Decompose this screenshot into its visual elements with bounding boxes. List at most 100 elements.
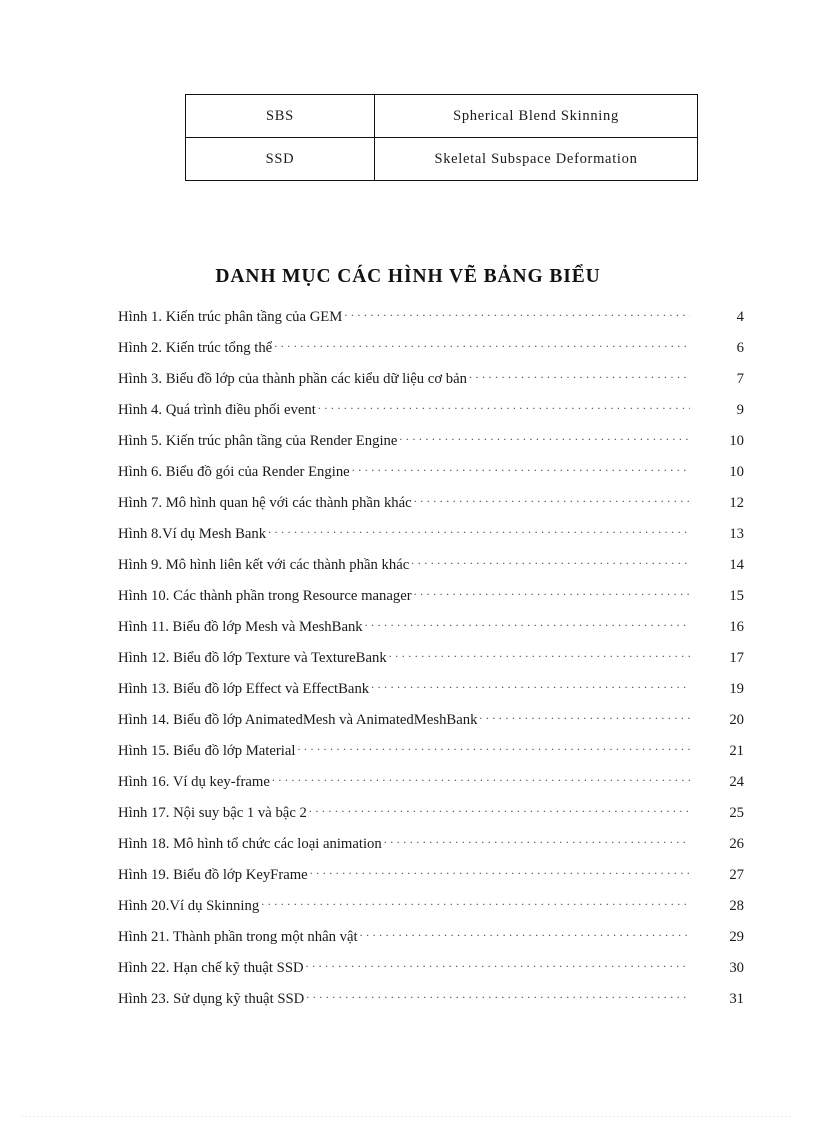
figure-page-number: 10 (729, 463, 744, 480)
dot-leader (389, 647, 690, 662)
table-row: SSD Skeletal Subspace Deformation (185, 137, 698, 181)
abbreviation-code: SSD (185, 137, 375, 181)
figure-page-number: 17 (729, 649, 744, 666)
figure-page-number: 21 (729, 742, 744, 759)
figure-page-number: 20 (729, 711, 744, 728)
figure-label: Hình 16. Ví dụ key-frame (118, 773, 270, 790)
list-item[interactable]: Hình 11. Biểu đồ lớp Mesh và MeshBank 16 (118, 616, 746, 647)
figure-page-number: 25 (729, 804, 744, 821)
list-of-figures: Hình 1. Kiến trúc phân tầng của GEM 4 Hì… (118, 306, 746, 1019)
list-item[interactable]: Hình 16. Ví dụ key-frame 24 (118, 771, 746, 802)
list-item[interactable]: Hình 1. Kiến trúc phân tầng của GEM 4 (118, 306, 746, 337)
figure-page-number: 29 (729, 928, 744, 945)
list-item[interactable]: Hình 5. Kiến trúc phân tầng của Render E… (118, 430, 746, 461)
abbreviation-meaning: Skeletal Subspace Deformation (374, 137, 698, 181)
dot-leader (274, 337, 690, 352)
figure-page-number: 30 (729, 959, 744, 976)
figure-label: Hình 18. Mô hình tổ chức các loại animat… (118, 835, 382, 852)
list-item[interactable]: Hình 15. Biểu đồ lớp Material 21 (118, 740, 746, 771)
abbreviation-meaning: Spherical Blend Skinning (374, 94, 698, 138)
figure-label: Hình 9. Mô hình liên kết với các thành p… (118, 556, 410, 573)
dot-leader (344, 306, 690, 321)
figure-page-number: 14 (729, 556, 744, 573)
list-item[interactable]: Hình 10. Các thành phần trong Resource m… (118, 585, 746, 616)
figure-page-number: 12 (729, 494, 744, 511)
figure-label: Hình 1. Kiến trúc phân tầng của GEM (118, 308, 343, 325)
list-item[interactable]: Hình 13. Biểu đồ lớp Effect và EffectBan… (118, 678, 746, 709)
figure-page-number: 15 (729, 587, 744, 604)
figure-page-number: 10 (729, 432, 744, 449)
abbreviation-table-body: SBS Spherical Blend Skinning SSD Skeleta… (185, 94, 698, 181)
dot-leader (318, 399, 690, 414)
document-page: SBS Spherical Blend Skinning SSD Skeleta… (0, 0, 816, 1123)
list-item[interactable]: Hình 17. Nội suy bậc 1 và bậc 2 25 (118, 802, 746, 833)
dot-leader (306, 988, 690, 1003)
dot-leader (414, 585, 690, 600)
figure-page-number: 6 (736, 339, 744, 356)
list-item[interactable]: Hình 7. Mô hình quan hệ với các thành ph… (118, 492, 746, 523)
list-item[interactable]: Hình 6. Biểu đồ gói của Render Engine 10 (118, 461, 746, 492)
list-item[interactable]: Hình 20.Ví dụ Skinning 28 (118, 895, 746, 926)
list-item[interactable]: Hình 21. Thành phần trong một nhân vật 2… (118, 926, 746, 957)
list-item[interactable]: Hình 18. Mô hình tổ chức các loại animat… (118, 833, 746, 864)
dot-leader (384, 833, 690, 848)
scan-artifact-line (22, 1116, 794, 1117)
figure-page-number: 28 (729, 897, 744, 914)
figure-page-number: 9 (736, 401, 744, 418)
figure-page-number: 31 (729, 990, 744, 1007)
figure-label: Hình 6. Biểu đồ gói của Render Engine (118, 463, 350, 480)
abbreviation-code: SBS (185, 94, 375, 138)
dot-leader (411, 554, 690, 569)
figure-label: Hình 22. Hạn chế kỹ thuật SSD (118, 959, 304, 976)
table-row: SBS Spherical Blend Skinning (185, 94, 698, 138)
dot-leader (360, 926, 690, 941)
figure-page-number: 19 (729, 680, 744, 697)
figure-page-number: 7 (736, 370, 744, 387)
dot-leader (371, 678, 690, 693)
figure-label: Hình 3. Biểu đồ lớp của thành phần các k… (118, 370, 467, 387)
dot-leader (469, 368, 690, 383)
figure-page-number: 26 (729, 835, 744, 852)
list-item[interactable]: Hình 14. Biểu đồ lớp AnimatedMesh và Ani… (118, 709, 746, 740)
list-item[interactable]: Hình 12. Biểu đồ lớp Texture và TextureB… (118, 647, 746, 678)
figure-label: Hình 8.Ví dụ Mesh Bank (118, 525, 267, 542)
abbreviation-table: SBS Spherical Blend Skinning SSD Skeleta… (185, 94, 698, 181)
figure-label: Hình 7. Mô hình quan hệ với các thành ph… (118, 494, 412, 511)
list-item[interactable]: Hình 23. Sử dụng kỹ thuật SSD 31 (118, 988, 746, 1019)
list-item[interactable]: Hình 8.Ví dụ Mesh Bank 13 (118, 523, 746, 554)
list-item[interactable]: Hình 4. Quá trình điều phối event 9 (118, 399, 746, 430)
figure-label: Hình 21. Thành phần trong một nhân vật (118, 928, 358, 945)
figure-label: Hình 23. Sử dụng kỹ thuật SSD (118, 990, 305, 1007)
figure-label: Hình 12. Biểu đồ lớp Texture và TextureB… (118, 649, 387, 666)
figure-label: Hình 20.Ví dụ Skinning (118, 897, 260, 914)
dot-leader (365, 616, 690, 631)
dot-leader (268, 523, 690, 538)
page-title: DANH MỤC CÁC HÌNH VẼ BẢNG BIỂU (215, 266, 601, 287)
dot-leader (399, 430, 690, 445)
dot-leader (309, 802, 690, 817)
figure-page-number: 16 (729, 618, 744, 635)
dot-leader (306, 957, 690, 972)
list-item[interactable]: Hình 9. Mô hình liên kết với các thành p… (118, 554, 746, 585)
dot-leader (414, 492, 690, 507)
list-item[interactable]: Hình 2. Kiến trúc tổng thể 6 (118, 337, 746, 368)
dot-leader (479, 709, 690, 724)
figure-label: Hình 2. Kiến trúc tổng thể (118, 339, 273, 356)
figure-label: Hình 14. Biểu đồ lớp AnimatedMesh và Ani… (118, 711, 478, 728)
figure-label: Hình 4. Quá trình điều phối event (118, 401, 316, 418)
figure-page-number: 27 (729, 866, 744, 883)
figure-label: Hình 5. Kiến trúc phân tầng của Render E… (118, 432, 398, 449)
list-item[interactable]: Hình 22. Hạn chế kỹ thuật SSD 30 (118, 957, 746, 988)
dot-leader (261, 895, 690, 910)
figure-page-number: 13 (729, 525, 744, 542)
figure-page-number: 4 (736, 308, 744, 325)
dot-leader (352, 461, 690, 476)
dot-leader (272, 771, 690, 786)
figure-label: Hình 15. Biểu đồ lớp Material (118, 742, 296, 759)
dot-leader (310, 864, 690, 879)
figure-page-number: 24 (729, 773, 744, 790)
list-item[interactable]: Hình 19. Biểu đồ lớp KeyFrame 27 (118, 864, 746, 895)
figure-label: Hình 10. Các thành phần trong Resource m… (118, 587, 412, 604)
list-item[interactable]: Hình 3. Biểu đồ lớp của thành phần các k… (118, 368, 746, 399)
figure-label: Hình 19. Biểu đồ lớp KeyFrame (118, 866, 308, 883)
